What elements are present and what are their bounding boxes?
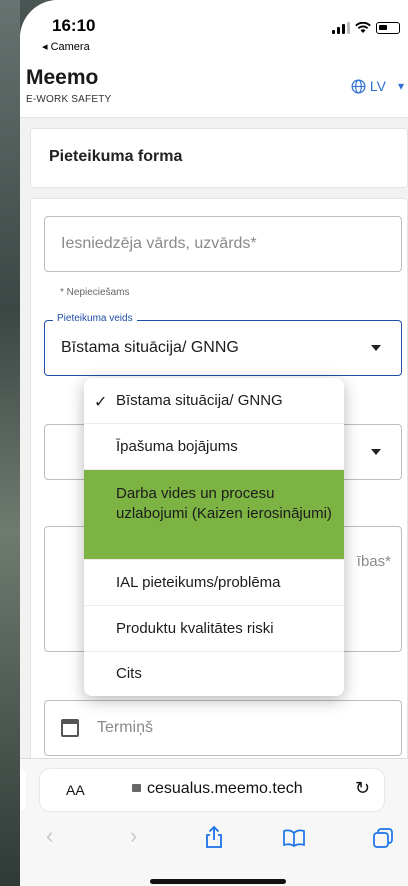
calendar-icon	[61, 719, 79, 737]
dropdown-option[interactable]: Īpašuma bojājums	[84, 424, 344, 470]
name-placeholder: Iesniedzēja vārds, uzvārds*	[61, 235, 257, 252]
reload-icon[interactable]: ↻	[355, 778, 370, 799]
status-time: 16:10	[52, 16, 96, 35]
share-icon[interactable]	[204, 825, 224, 849]
address-bar[interactable]: AA cesualus.meemo.tech ↻	[40, 769, 384, 811]
reader-options-button[interactable]: AA	[66, 782, 85, 798]
browser-toolbar: ‹ ›	[20, 821, 408, 857]
tabs-icon[interactable]	[372, 827, 394, 849]
url-text[interactable]: cesualus.meemo.tech	[132, 780, 303, 798]
request-type-select[interactable]: Pieteikuma veids Bīstama situācija/ GNNG	[44, 313, 402, 376]
form-title-card: Pieteikuma forma	[30, 128, 408, 188]
previous-tab-edge[interactable]	[20, 769, 26, 811]
dropdown-arrow-icon	[371, 345, 381, 351]
chevron-down-icon: ▾	[397, 79, 404, 93]
app-logo[interactable]: Meemo	[26, 66, 98, 90]
status-bar: 16:10 ◂ Camera	[20, 0, 408, 58]
dropdown-option[interactable]: Cits	[84, 652, 344, 696]
dropdown-arrow-icon	[371, 449, 381, 455]
dropdown-option[interactable]: ✓ Bīstama situācija/ GNNG	[84, 378, 344, 424]
required-helper-text: * Nepieciešams	[60, 287, 130, 298]
wifi-icon	[355, 22, 371, 33]
battery-icon	[376, 22, 400, 34]
language-code: LV	[369, 78, 386, 94]
dropdown-option-highlighted[interactable]: Darba vides un procesu uzlabojumi (Kaize…	[84, 470, 344, 560]
chevron-left-icon[interactable]: ‹	[46, 823, 53, 849]
checkmark-icon: ✓	[94, 394, 108, 411]
language-selector[interactable]: LV ▾	[351, 78, 404, 94]
description-placeholder-tail: ības*	[356, 553, 391, 570]
dropdown-option[interactable]: Produktu kvalitātes riski	[84, 606, 344, 652]
name-input[interactable]: Iesniedzēja vārds, uzvārds*	[44, 216, 402, 272]
app-subtitle: E-WORK SAFETY	[26, 94, 112, 105]
back-to-app-link[interactable]: ◂ Camera	[42, 40, 90, 53]
signal-icon	[332, 22, 350, 34]
deadline-input[interactable]: Termiņš	[44, 700, 402, 756]
background-edge	[0, 0, 20, 886]
request-type-dropdown-menu: ✓ Bīstama situācija/ GNNG Īpašuma bojāju…	[84, 378, 344, 696]
lock-icon	[132, 784, 141, 792]
home-indicator[interactable]	[150, 879, 286, 884]
form-title: Pieteikuma forma	[49, 148, 183, 165]
request-type-value: Bīstama situācija/ GNNG	[61, 339, 239, 356]
dropdown-option[interactable]: IAL pieteikums/problēma	[84, 560, 344, 606]
browser-bottom-bar: AA cesualus.meemo.tech ↻ ‹ ›	[20, 758, 408, 886]
chevron-right-icon[interactable]: ›	[130, 823, 137, 849]
phone-screen: 16:10 ◂ Camera Meemo E-WORK SAFETY LV ▾	[20, 0, 408, 886]
globe-icon	[351, 79, 366, 93]
book-icon[interactable]	[282, 829, 306, 847]
status-icons	[332, 22, 400, 34]
deadline-placeholder: Termiņš	[97, 719, 154, 736]
app-header: Meemo E-WORK SAFETY LV ▾	[20, 58, 408, 118]
request-type-label: Pieteikuma veids	[53, 313, 137, 324]
